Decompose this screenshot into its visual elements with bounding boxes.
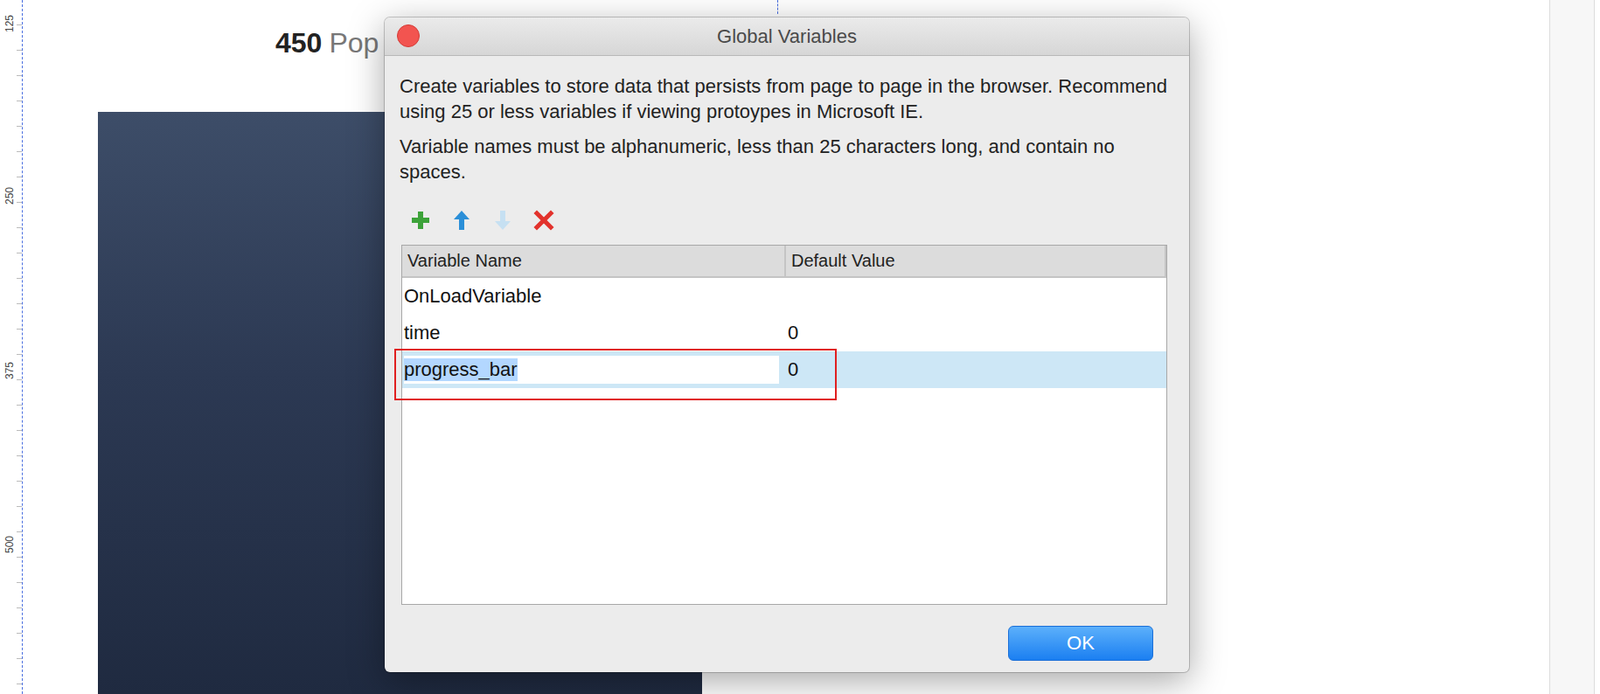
value-cell[interactable] bbox=[786, 278, 1167, 315]
table-row[interactable]: time0 bbox=[402, 314, 1167, 352]
column-header[interactable]: Default Value bbox=[786, 245, 1167, 277]
guide-line bbox=[777, 0, 779, 14]
name-cell[interactable]: OnLoadVariable bbox=[402, 278, 787, 315]
ruler-label: 375 bbox=[3, 361, 16, 381]
global-variables-dialog: Global Variables Create variables to stor… bbox=[384, 17, 1190, 673]
title-bar: Global Variables bbox=[384, 17, 1190, 56]
editor-page: 125250375500450PopGlobal VariablesCreate… bbox=[0, 0, 1600, 694]
variables-table: Variable NameDefault ValueOnLoadVariable… bbox=[401, 244, 1168, 606]
value-cell[interactable]: 0 bbox=[786, 351, 1167, 389]
ok-button[interactable]: OK bbox=[1008, 626, 1154, 661]
column-header[interactable]: Variable Name bbox=[402, 245, 787, 277]
table-header: Variable NameDefault Value bbox=[402, 245, 1167, 279]
arrow-up-icon[interactable] bbox=[451, 209, 473, 231]
toolbar bbox=[399, 209, 1175, 231]
ruler-label: 250 bbox=[3, 186, 16, 206]
value-cell[interactable]: 0 bbox=[786, 314, 1167, 352]
vertical-ruler: 125 250 375 500 bbox=[0, 0, 23, 694]
arrow-down-icon bbox=[492, 209, 514, 231]
name-cell[interactable]: time bbox=[402, 314, 787, 352]
name-cell[interactable]: progress_bar bbox=[402, 351, 787, 389]
highlight-box bbox=[394, 348, 837, 401]
table-row[interactable]: OnLoadVariable bbox=[402, 278, 1167, 315]
ruler-label: 500 bbox=[3, 535, 16, 555]
delete-icon[interactable] bbox=[533, 209, 555, 231]
ruler-label: 125 bbox=[3, 13, 16, 34]
name-input[interactable]: progress_bar bbox=[403, 355, 780, 384]
description-text: Create variables to store data that pers… bbox=[399, 73, 1175, 125]
add-icon[interactable] bbox=[410, 209, 432, 231]
description-text: Variable names must be alphanumeric, les… bbox=[399, 133, 1175, 185]
right-panel bbox=[1549, 0, 1595, 694]
table-row[interactable]: progress_bar0 bbox=[402, 351, 1167, 389]
dialog-title: Global Variables bbox=[716, 25, 857, 49]
close-button[interactable] bbox=[396, 24, 420, 48]
